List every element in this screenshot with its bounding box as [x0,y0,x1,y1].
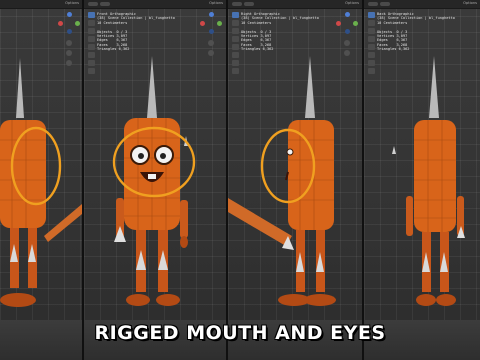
arm-mesh [180,200,188,238]
foot-mesh [156,294,180,306]
viewport-front[interactable]: Options Front Orthographic (38) Scene Co… [84,0,226,360]
head-bone-spike [147,56,157,118]
teeth [148,174,156,179]
hand-mesh [180,236,188,248]
viewport-left-partial[interactable]: Options [0,0,82,360]
foot-mesh [304,294,336,306]
character-figure-back [392,56,465,306]
character-figure-side-left [0,58,82,307]
eye-profile [286,148,294,156]
arm-mesh [44,204,82,242]
left-pupil [138,153,144,159]
head-bone-spike [429,56,439,118]
eye-bone [392,146,396,154]
video-caption: RIGGED MOUTH AND EYES [94,322,386,344]
viewport-right[interactable]: Options Right Orthographic (38) Scene Co… [228,0,362,360]
body-mesh [414,120,456,232]
arm-bone [114,226,126,242]
right-pupil [160,153,166,159]
foot-mesh [0,293,36,307]
character-figure-right [228,56,336,306]
mouth-profile [285,171,289,181]
head-bone-spike [16,58,24,118]
arm-mesh [228,198,292,246]
character-figure-front [112,56,196,306]
body-mesh [0,120,46,228]
arm-mesh [406,196,413,236]
viewport-back[interactable]: Options Back Orthographic (38) Scene Col… [364,0,480,360]
head-bone-spike [305,56,315,118]
foot-mesh [416,294,436,306]
blender-workspace: Options Options Front Orthographic (38) … [0,0,480,360]
body-mesh [288,120,334,230]
foot-mesh [126,294,150,306]
foot-mesh [436,294,456,306]
